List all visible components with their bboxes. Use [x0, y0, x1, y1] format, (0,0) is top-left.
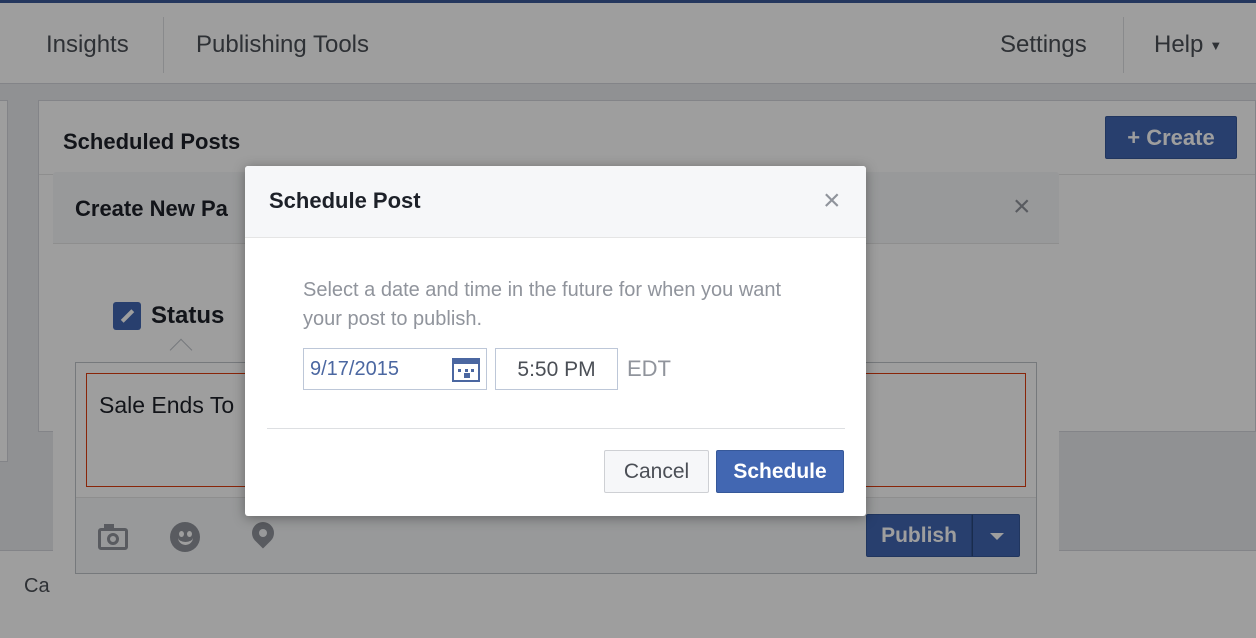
timezone-label: EDT — [627, 356, 671, 381]
divider — [267, 428, 845, 429]
schedule-button[interactable]: Schedule — [716, 450, 844, 493]
schedule-dialog-title: Schedule Post — [269, 188, 421, 213]
date-value: 9/17/2015 — [310, 358, 399, 380]
schedule-description: Select a date and time in the future for… — [303, 279, 782, 330]
date-input[interactable]: 9/17/2015 — [303, 348, 487, 390]
cancel-button[interactable]: Cancel — [604, 450, 709, 493]
close-icon[interactable]: × — [823, 186, 841, 216]
schedule-post-dialog: Schedule Post × Select a date and time i… — [245, 166, 866, 516]
calendar-icon[interactable] — [452, 358, 480, 382]
time-input[interactable]: 5:50 PM — [495, 348, 618, 390]
schedule-dialog-header: Schedule Post × — [245, 166, 866, 238]
